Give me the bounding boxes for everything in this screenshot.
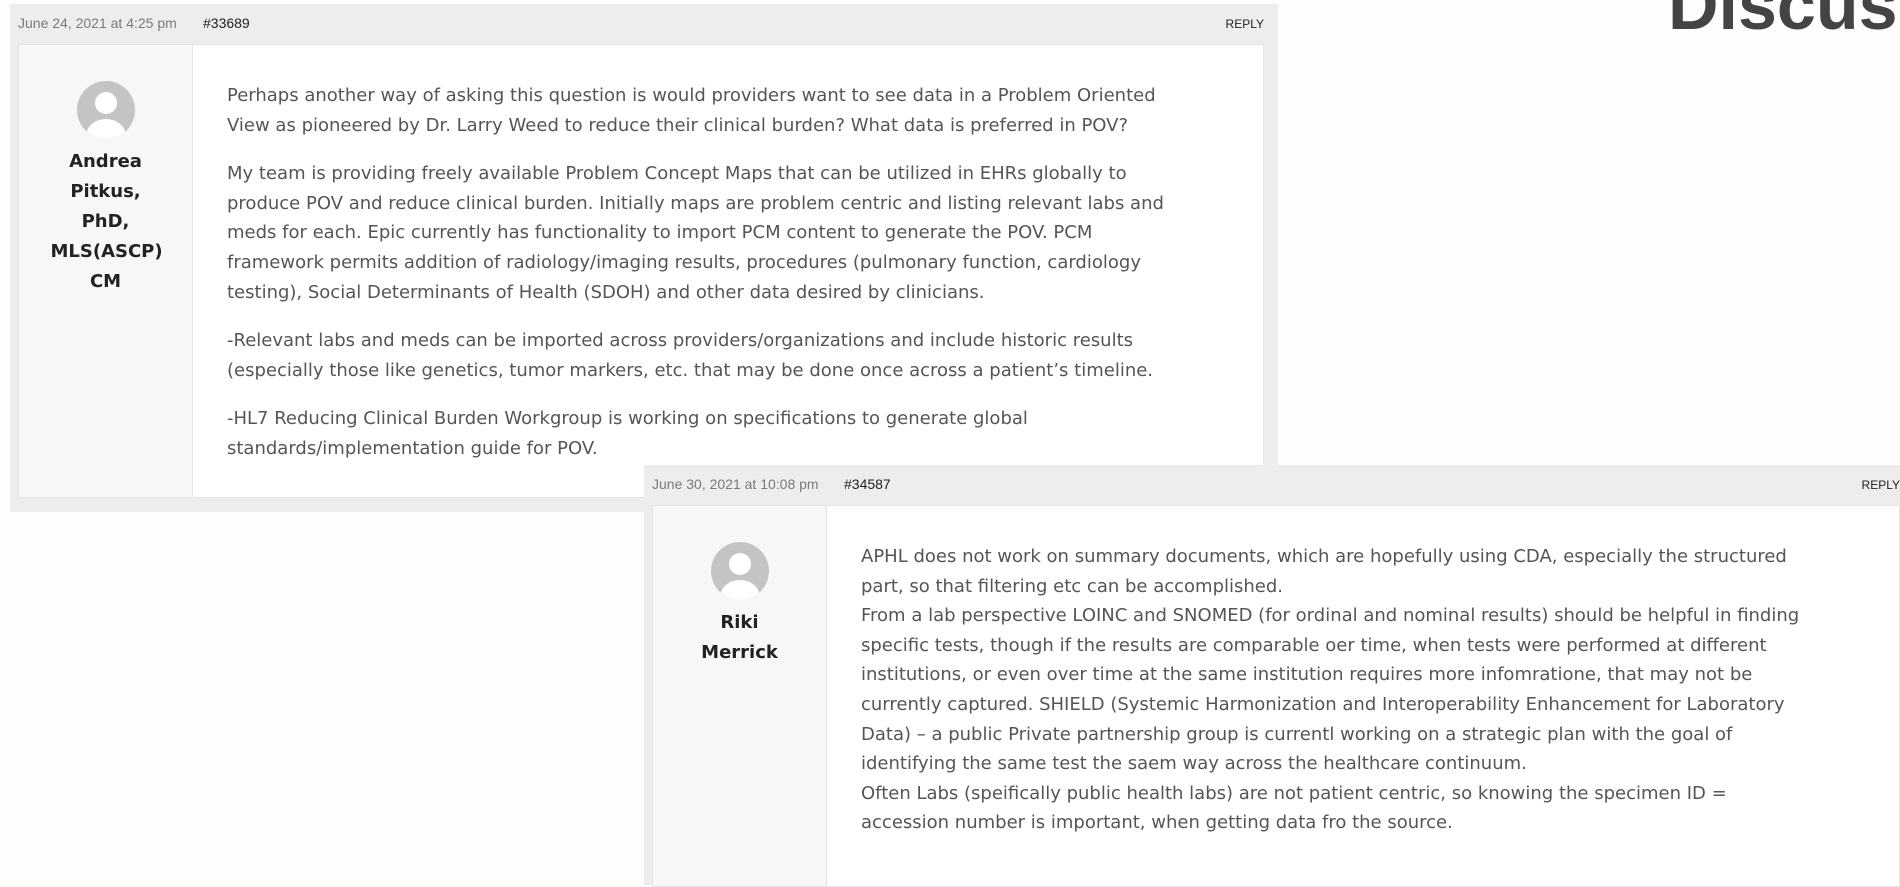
reply-content: Perhaps another way of asking this quest… [193,45,1263,497]
reply-button[interactable]: REPLY [1862,478,1900,492]
reply-date: June 30, 2021 at 10:08 pm [652,476,819,492]
avatar-icon[interactable] [76,81,135,139]
reply-paragraph: APHL does not work on summary documents,… [861,546,1787,597]
reply-paragraph: From a lab perspective LOINC and SNOMED … [861,605,1800,775]
author-name-link[interactable]: Andrea Pitkus, PhD, MLS(ASCP) CM [51,147,163,297]
reply-date: June 24, 2021 at 4:25 pm [18,15,177,31]
author-name-link[interactable]: Riki Merrick [680,608,800,668]
reply-card: June 30, 2021 at 10:08 pm #34587 REPLY R… [644,465,1900,887]
page-title: Discus [1668,0,1898,44]
reply-permalink[interactable]: #33689 [203,15,250,31]
reply-content: APHL does not work on summary documents,… [827,506,1899,886]
reply-paragraph: -Relevant labs and meds can be imported … [227,330,1154,381]
reply-meta-bar: June 30, 2021 at 10:08 pm #34587 REPLY [644,465,1900,505]
reply-card: June 24, 2021 at 4:25 pm #33689 REPLY An… [10,4,1278,512]
reply-paragraph: Often Labs (speifically public health la… [861,782,1727,834]
reply-paragraph: My team is providing freely available Pr… [227,163,1164,303]
avatar-icon[interactable] [710,542,769,600]
author-column: Riki Merrick [653,506,827,886]
reply-body: Riki Merrick APHL does not work on summa… [652,505,1900,887]
reply-paragraph: Perhaps another way of asking this quest… [227,85,1156,136]
reply-paragraph: -HL7 Reducing Clinical Burden Workgroup … [227,408,1028,459]
reply-button[interactable]: REPLY [1226,17,1264,31]
author-column: Andrea Pitkus, PhD, MLS(ASCP) CM [19,45,193,497]
reply-permalink[interactable]: #34587 [844,476,891,492]
reply-body: Andrea Pitkus, PhD, MLS(ASCP) CM Perhaps… [18,44,1264,498]
reply-meta-bar: June 24, 2021 at 4:25 pm #33689 REPLY [10,4,1278,44]
